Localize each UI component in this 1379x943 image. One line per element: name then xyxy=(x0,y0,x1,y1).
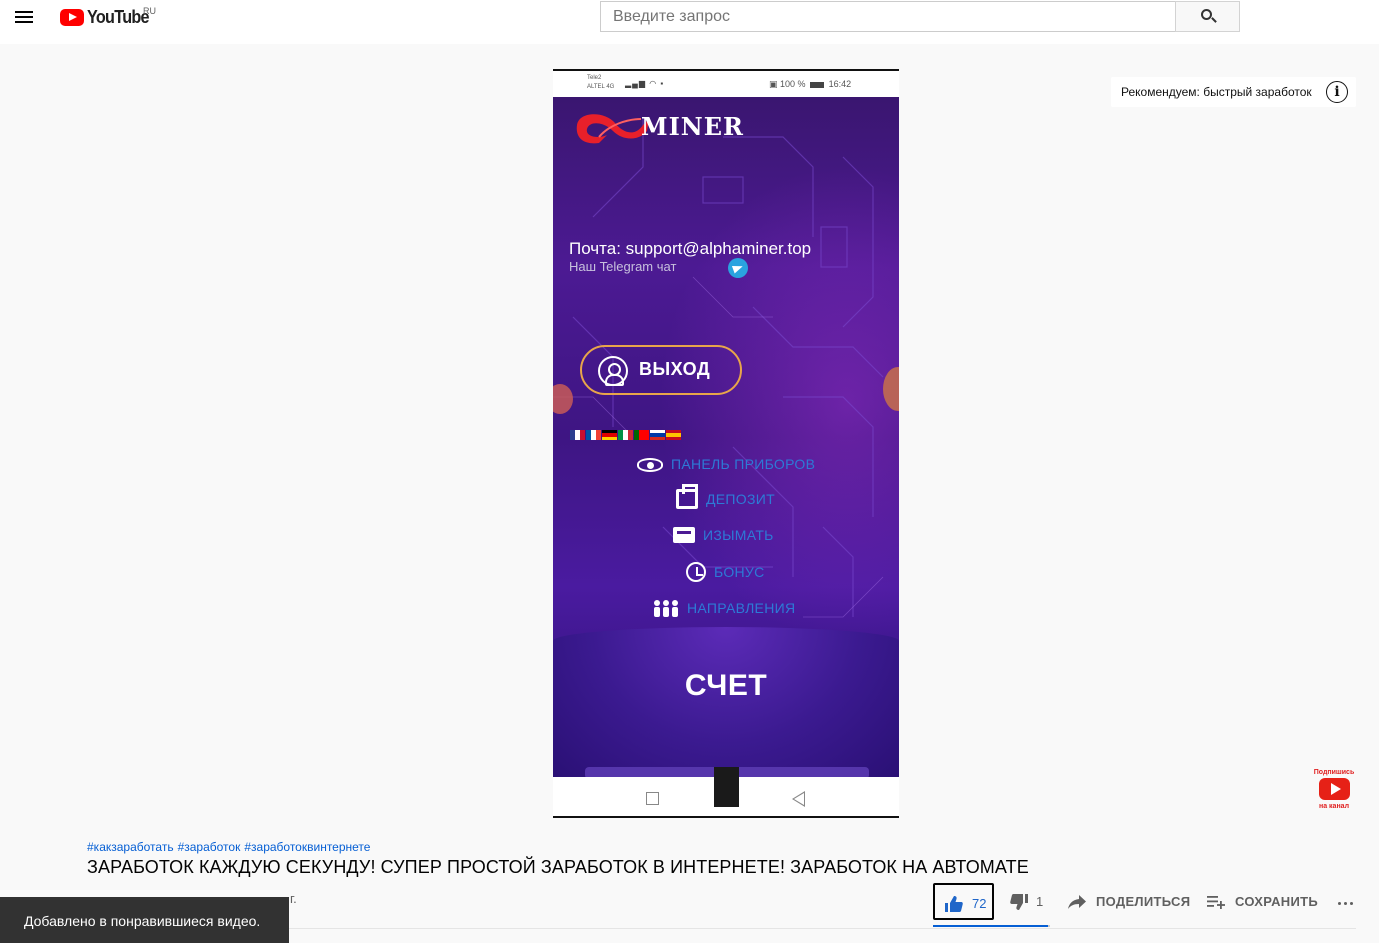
hashtags: #какзаработать #заработок #заработоквинт… xyxy=(87,840,370,854)
search-input[interactable] xyxy=(601,2,1175,31)
eye-icon xyxy=(637,458,663,472)
flag-es-icon xyxy=(666,430,681,440)
recommendation-card[interactable]: Рекомендуем: быстрый заработок i xyxy=(1111,77,1356,107)
sentiment-bar xyxy=(933,925,1050,927)
clock-icon xyxy=(686,562,706,582)
subscribe-watermark[interactable]: Подпишись на канал xyxy=(1311,769,1357,811)
people-icon xyxy=(653,599,679,617)
status-bar: Tele2 ALTEL 4G ▂▄▆ ◠ ▪ ▣ 100 % 16:42 xyxy=(553,71,899,97)
search-box xyxy=(600,1,1176,32)
recommendation-text: Рекомендуем: быстрый заработок xyxy=(1121,85,1312,99)
masthead: YouTube RU xyxy=(0,0,1379,44)
toast-notification: Добавлено в понравившиеся видео. xyxy=(0,897,289,943)
video-title: ЗАРАБОТОК КАЖДУЮ СЕКУНДУ! СУПЕР ПРОСТОЙ … xyxy=(87,857,1029,877)
telegram-icon xyxy=(728,258,748,278)
carrier-1: Tele2 xyxy=(587,75,602,81)
info-icon[interactable]: i xyxy=(1326,81,1348,103)
share-label: ПОДЕЛИТЬСЯ xyxy=(1096,894,1191,909)
menu-withdraw-label: ИЗЫМАТЬ xyxy=(703,527,774,543)
user-add-icon xyxy=(598,356,628,386)
battery-time: ▣ 100 % 16:42 xyxy=(769,79,852,89)
menu-deposit: ДЕПОЗИТ xyxy=(676,484,775,509)
flag-it-icon xyxy=(618,430,633,440)
black-overlay xyxy=(714,767,739,807)
hashtag-link[interactable]: #заработок xyxy=(178,840,241,854)
carrier-2: ALTEL 4G xyxy=(587,84,615,90)
playlist-add-icon xyxy=(1207,896,1225,909)
app-screen: MINER Почта: support@alphaminer.top Наш … xyxy=(553,97,899,777)
sentiment-fill xyxy=(933,925,1049,927)
telegram-text: Наш Telegram чат xyxy=(569,259,677,274)
menu-deposit-label: ДЕПОЗИТ xyxy=(706,491,775,507)
thumb-up-icon xyxy=(945,896,963,912)
menu-referrals-label: НАПРАВЛЕНИЯ xyxy=(687,600,796,616)
menu-dashboard-label: ПАНЕЛЬ ПРИБОРОВ xyxy=(671,455,816,472)
back-icon xyxy=(792,791,805,807)
save-button[interactable]: СОХРАНИТЬ xyxy=(1207,883,1318,920)
menu-bonus: БОНУС xyxy=(686,562,765,582)
flag-ru-icon xyxy=(650,430,665,440)
signal-icons: ▂▄▆ ◠ ▪ xyxy=(625,79,665,88)
more-actions-icon[interactable] xyxy=(1333,883,1363,920)
clock-time: 16:42 xyxy=(828,79,852,89)
battery-level: 100 % xyxy=(780,79,806,89)
video-player[interactable]: Tele2 ALTEL 4G ▂▄▆ ◠ ▪ ▣ 100 % 16:42 MIN… xyxy=(0,44,1379,827)
dislike-count: 1 xyxy=(1036,894,1044,909)
flag-uk-icon xyxy=(570,430,585,440)
watermark-top: Подпишись xyxy=(1313,769,1355,776)
flag-fr-icon xyxy=(586,430,601,440)
like-count: 72 xyxy=(972,896,987,911)
account-heading: СЧЕТ xyxy=(684,669,768,702)
like-button[interactable]: 72 xyxy=(933,883,994,920)
hashtag-link[interactable]: #какзаработать xyxy=(87,840,174,854)
menu-icon[interactable] xyxy=(10,4,38,30)
support-email: Почта: support@alphaminer.top xyxy=(569,239,812,258)
exit-button: ВЫХОД xyxy=(580,345,742,395)
flag-pt-icon xyxy=(634,430,649,440)
youtube-play-icon xyxy=(60,8,84,26)
language-flags xyxy=(570,430,681,440)
search-button[interactable] xyxy=(1175,1,1240,32)
menu-withdraw: ИЗЫМАТЬ xyxy=(673,527,774,543)
country-code: RU xyxy=(143,6,156,16)
menu-bonus-label: БОНУС xyxy=(714,564,765,580)
recent-apps-icon xyxy=(646,792,659,805)
carrier-labels: Tele2 ALTEL 4G xyxy=(587,74,614,92)
logo-text: YouTube xyxy=(87,6,150,27)
watermark-play-icon xyxy=(1319,778,1350,800)
save-label: СОХРАНИТЬ xyxy=(1235,894,1318,909)
deposit-icon xyxy=(676,484,698,509)
watermark-bottom: на канал xyxy=(1318,803,1350,810)
app-brand: MINER xyxy=(641,112,744,141)
thumb-down-icon xyxy=(1010,894,1028,910)
hashtag-link[interactable]: #заработоквинтернете xyxy=(244,840,370,854)
menu-referrals: НАПРАВЛЕНИЯ xyxy=(653,599,795,617)
dislike-button[interactable]: 1 xyxy=(1008,883,1053,920)
share-icon xyxy=(1068,895,1086,909)
flag-de-icon xyxy=(602,430,617,440)
atm-icon xyxy=(673,527,695,543)
video-meta: г. xyxy=(290,891,297,906)
share-button[interactable]: ПОДЕЛИТЬСЯ xyxy=(1068,883,1193,920)
exit-label: ВЫХОД xyxy=(639,359,711,379)
menu-dashboard: ПАНЕЛЬ ПРИБОРОВ xyxy=(637,455,815,472)
toast-message: Добавлено в понравившиеся видео. xyxy=(24,913,261,929)
phone-screen: Tele2 ALTEL 4G ▂▄▆ ◠ ▪ ▣ 100 % 16:42 MIN… xyxy=(553,69,899,818)
